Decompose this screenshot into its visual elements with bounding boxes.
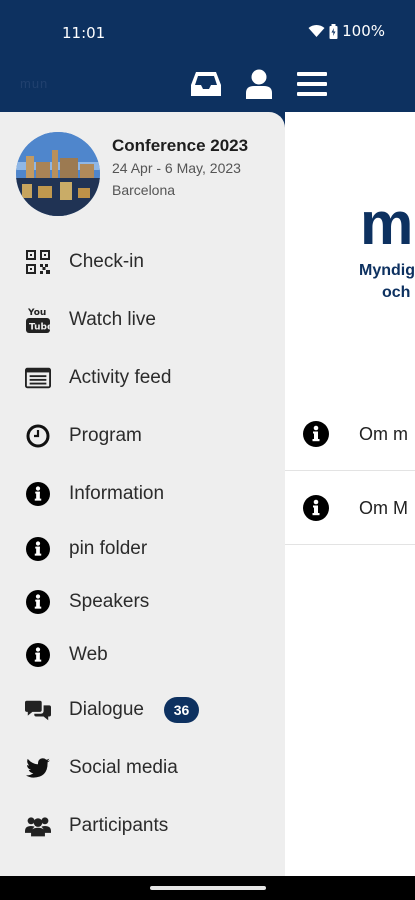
twitter-icon <box>25 755 51 781</box>
feed-icon <box>25 365 51 391</box>
event-dates: 24 Apr - 6 May, 2023 <box>112 160 241 176</box>
battery-icon <box>329 23 338 39</box>
main-list-item[interactable]: Om M <box>285 471 415 545</box>
main-content: m Myndig och Om m Om M <box>285 112 415 876</box>
info-icon <box>25 481 51 507</box>
menu-item-information[interactable]: Information <box>0 469 285 519</box>
menu-item-label: Activity feed <box>69 367 172 388</box>
menu-item-social-media[interactable]: Social media <box>0 743 285 793</box>
menu-item-check-in[interactable]: Check-in <box>0 237 285 287</box>
chat-icon <box>25 697 51 723</box>
menu-item-label: pin folder <box>69 538 148 559</box>
info-icon <box>303 421 329 452</box>
info-icon <box>25 642 51 668</box>
org-logo: m <box>360 190 414 257</box>
wifi-icon <box>308 24 325 38</box>
unread-count-badge: 36 <box>164 697 199 723</box>
people-icon <box>25 813 51 839</box>
inbox-button[interactable] <box>186 68 226 104</box>
status-indicators: 100% <box>308 22 385 40</box>
main-list-item-label: Om M <box>359 498 408 518</box>
main-list-item[interactable]: Om m <box>285 397 415 471</box>
menu-item-web[interactable]: Web <box>0 630 285 680</box>
menu-item-speakers[interactable]: Speakers <box>0 577 285 627</box>
menu-item-label: Information <box>69 483 165 504</box>
menu-item-label: Dialogue <box>69 699 144 720</box>
qr-code-icon <box>25 249 51 275</box>
inbox-icon <box>190 70 222 103</box>
main-list-item-label: Om m <box>359 424 408 444</box>
menu-item-label: Speakers <box>69 591 150 612</box>
status-time: 11:01 <box>62 24 106 42</box>
menu-button[interactable] <box>292 68 332 104</box>
org-name-line2: och <box>382 284 411 301</box>
app-logo: mun <box>20 76 49 91</box>
menu-item-label: Social media <box>69 757 178 778</box>
clock-icon <box>25 423 51 449</box>
svg-text:Tube: Tube <box>29 323 50 333</box>
event-image <box>16 132 100 216</box>
profile-icon <box>246 69 272 104</box>
home-gesture-handle[interactable] <box>150 886 266 890</box>
menu-item-label: Check-in <box>69 251 144 272</box>
status-bar: 11:01 100% <box>0 0 415 62</box>
menu-item-dialogue[interactable]: Dialogue 36 <box>0 685 285 735</box>
event-title: Conference 2023 <box>112 136 249 155</box>
battery-percentage: 100% <box>342 22 385 40</box>
menu-item-participants[interactable]: Participants <box>0 801 285 851</box>
menu-item-program[interactable]: Program <box>0 411 285 461</box>
info-icon <box>25 536 51 562</box>
menu-item-watch-live[interactable]: You Tube Watch live <box>0 295 285 345</box>
menu-item-label: Web <box>69 644 108 665</box>
menu-item-activity-feed[interactable]: Activity feed <box>0 353 285 403</box>
info-icon <box>303 495 329 526</box>
menu-item-label: Watch live <box>69 309 156 330</box>
org-name-line1: Myndig <box>359 262 415 279</box>
event-location: Barcelona <box>112 182 176 198</box>
navigation-drawer: Conference 2023 24 Apr - 6 May, 2023 Bar… <box>0 112 285 876</box>
menu-item-label: Participants <box>69 815 169 836</box>
hamburger-icon <box>297 71 327 101</box>
app-bar: mun <box>0 62 415 112</box>
profile-button[interactable] <box>239 68 279 104</box>
menu-item-label: Program <box>69 425 142 446</box>
system-navigation-bar <box>0 876 415 900</box>
info-icon <box>25 589 51 615</box>
menu-item-pin-folder[interactable]: pin folder <box>0 524 285 574</box>
youtube-icon: You Tube <box>25 307 51 333</box>
svg-text:You: You <box>27 308 46 318</box>
